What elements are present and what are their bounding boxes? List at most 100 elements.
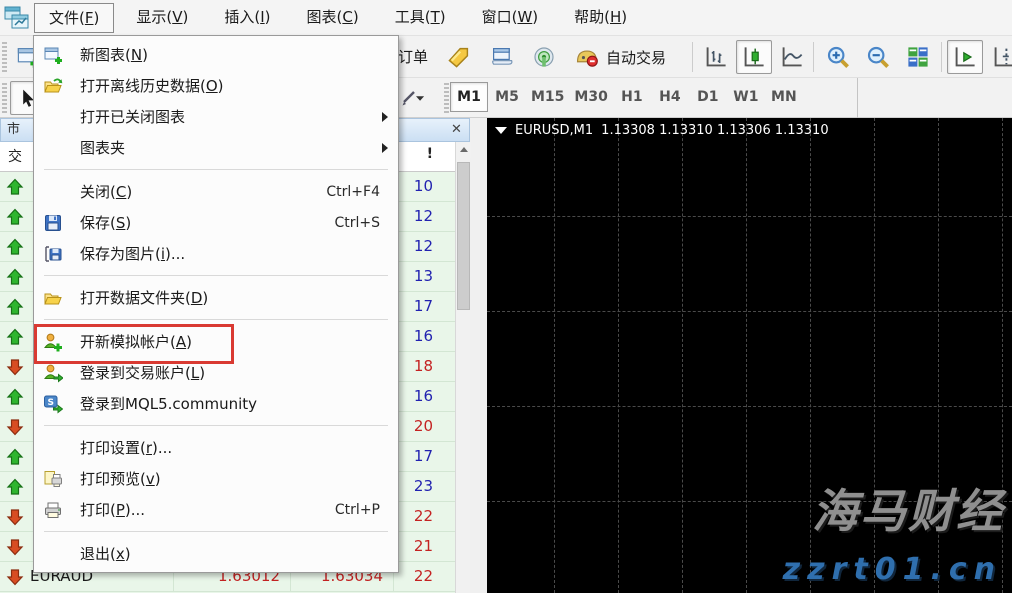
data-window-icon[interactable] [484, 40, 520, 74]
timeframe-bar: M1M5M15M30H1H4D1W1MN [450, 82, 803, 112]
zoom-in-button[interactable] [820, 40, 856, 74]
menu-item-new-chart[interactable]: 新图表(N) [34, 39, 398, 70]
chart-symbol-label: EURUSD,M1 [515, 123, 593, 138]
signal-icon[interactable] [526, 40, 562, 74]
market-watch-scrollbar[interactable] [455, 142, 470, 593]
trend-up-icon [6, 298, 24, 316]
tile-windows-button[interactable] [900, 40, 936, 74]
menu-item-exit[interactable]: 退出(x) [34, 538, 398, 569]
timeframe-w1-button[interactable]: W1 [727, 82, 765, 112]
scrollbar-up-icon[interactable] [456, 142, 471, 158]
menu-item-shortcut: Ctrl+F4 [326, 184, 380, 200]
menu-item-open-data-folder[interactable]: 打开数据文件夹(D) [34, 282, 398, 313]
spread-cell: 18 [393, 357, 443, 375]
login-trade-icon [41, 362, 65, 384]
toolbar-separator [813, 42, 814, 72]
autotrading-button[interactable]: 自动交易 [566, 40, 674, 74]
menubar-item-window[interactable]: 窗口(W) [468, 3, 553, 33]
spread-cell: 17 [393, 447, 443, 465]
toolbar-grip[interactable] [444, 83, 449, 113]
menu-item-label: 退出(x) [80, 543, 398, 564]
bar-chart-mode-button[interactable] [698, 40, 734, 74]
gridline-horizontal [487, 311, 1012, 312]
toolbar-separator [692, 42, 693, 72]
menu-item-print[interactable]: 打印(P)...Ctrl+P [34, 494, 398, 525]
menubar-item-file[interactable]: 文件(F) [34, 3, 114, 33]
autotrading-label: 自动交易 [606, 47, 666, 68]
menu-item-login-trade[interactable]: 登录到交易账户(L) [34, 357, 398, 388]
spread-cell: 22 [393, 507, 443, 525]
watermark-brand: 海马财经 [812, 475, 1004, 541]
mt4-window: 文件(F) 显示(V) 插入(I) 图表(C) 工具(T) 窗口(W)帮助(H) 订单 自… [0, 0, 1012, 593]
menu-item-label: 打印设置(r)... [80, 437, 398, 458]
new-order-button[interactable]: 订单 [398, 46, 428, 67]
menubar-item-tools[interactable]: 工具(T) [381, 3, 460, 33]
symbol-column-header[interactable]: 交 [8, 146, 22, 166]
timeframe-m15-button[interactable]: M15 [526, 82, 569, 112]
trend-down-icon [6, 538, 24, 556]
menu-item-print-setup[interactable]: 打印设置(r)... [34, 432, 398, 463]
candlestick-mode-button[interactable] [736, 40, 772, 74]
menu-item-label: 保存(S) [80, 212, 334, 233]
menubar-item-help[interactable]: 帮助(H) [560, 3, 641, 33]
timeframe-mn-button[interactable]: MN [765, 82, 803, 112]
timeframe-h1-button[interactable]: H1 [613, 82, 651, 112]
mql5-icon: S [41, 393, 65, 415]
timeframe-h4-button[interactable]: H4 [651, 82, 689, 112]
menu-item-label: 登录到MQL5.community [80, 393, 398, 414]
panel-splitter[interactable] [471, 118, 487, 593]
market-watch-tag-icon[interactable] [441, 40, 477, 74]
trend-up-icon [6, 178, 24, 196]
trend-up-icon [6, 388, 24, 406]
close-icon[interactable]: ✕ [448, 122, 465, 139]
save-picture-icon [41, 243, 65, 265]
no-icon [41, 437, 65, 459]
auto-scroll-button[interactable] [947, 40, 983, 74]
menu-item-profiles[interactable]: 图表夹 [34, 132, 398, 163]
menubar-item-insert[interactable]: 插入(I) [210, 3, 284, 33]
menu-item-label: 关闭(C) [80, 181, 326, 202]
gridline-vertical [682, 118, 683, 593]
timeframe-m5-button[interactable]: M5 [488, 82, 526, 112]
spread-column-header[interactable]: ! [393, 146, 443, 162]
line-chart-mode-button[interactable] [774, 40, 810, 74]
menu-item-shortcut: Ctrl+P [335, 502, 380, 518]
menu-item-open-offline[interactable]: 打开离线历史数据(O) [34, 70, 398, 101]
menu-item-print-preview[interactable]: 打印预览(v) [34, 463, 398, 494]
autotrading-icon [574, 44, 600, 70]
timeframe-m30-button[interactable]: M30 [569, 82, 612, 112]
menu-item-open-demo-account[interactable]: 开新模拟帐户(A) [34, 326, 398, 357]
toolbar-separator [941, 42, 942, 72]
chart-shift-button[interactable] [986, 40, 1012, 74]
zoom-out-button[interactable] [860, 40, 896, 74]
menu-item-login-mql5[interactable]: S 登录到MQL5.community [34, 388, 398, 419]
menu-item-label: 登录到交易账户(L) [80, 362, 398, 383]
spread-cell: 12 [393, 237, 443, 255]
menu-separator [44, 425, 388, 426]
menu-item-close[interactable]: 关闭(C)Ctrl+F4 [34, 176, 398, 207]
menubar-item-charts[interactable]: 图表(C) [293, 3, 373, 33]
trend-down-icon [6, 358, 24, 376]
timeframe-d1-button[interactable]: D1 [689, 82, 727, 112]
menu-item-save[interactable]: 保存(S)Ctrl+S [34, 207, 398, 238]
print-preview-icon [41, 468, 65, 490]
menu-item-save-as-picture[interactable]: 保存为图片(i)... [34, 238, 398, 269]
save-icon [41, 212, 65, 234]
toolbar-grip[interactable] [2, 42, 7, 72]
chart-area[interactable]: EURUSD,M1 1.13308 1.13310 1.13306 1.1331… [487, 118, 1012, 593]
trend-down-icon [6, 568, 24, 586]
menu-item-open-deleted[interactable]: 打开已关闭图表 [34, 101, 398, 132]
scrollbar-thumb[interactable] [457, 162, 470, 310]
chevron-down-icon[interactable] [495, 127, 507, 134]
menubar-item-view[interactable]: 显示(V) [122, 3, 202, 33]
gridline-horizontal [487, 216, 1012, 217]
timeframe-m1-button[interactable]: M1 [450, 82, 488, 112]
toolbar-grip[interactable] [2, 83, 7, 113]
spread-cell: 20 [393, 417, 443, 435]
chart-title: EURUSD,M1 1.13308 1.13310 1.13306 1.1331… [495, 123, 829, 138]
menu-item-label: 打开数据文件夹(D) [80, 287, 398, 308]
trend-down-icon [6, 508, 24, 526]
menu-bar: 文件(F) 显示(V) 插入(I) 图表(C) 工具(T) 窗口(W)帮助(H) [0, 0, 1012, 36]
gridline-vertical [810, 118, 811, 593]
app-logo-icon [3, 4, 31, 32]
